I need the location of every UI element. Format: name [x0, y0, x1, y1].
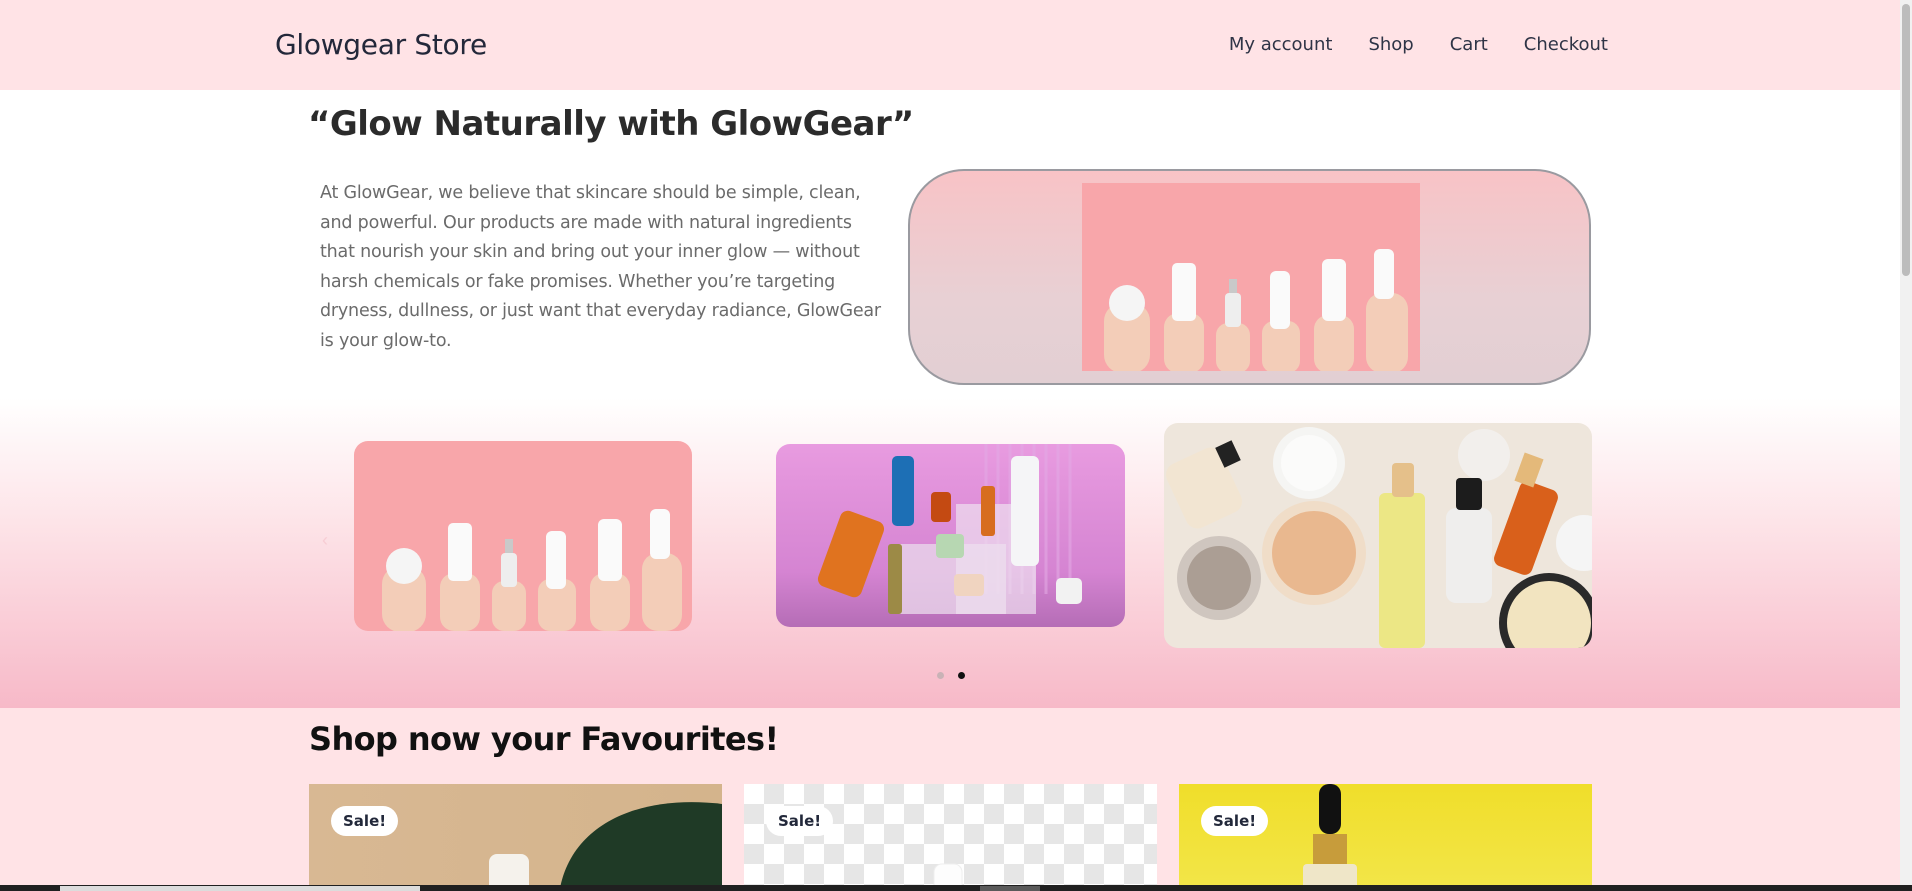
nav-checkout[interactable]: Checkout [1524, 34, 1608, 55]
carousel-pagination [937, 672, 965, 679]
product-carousel: ‹ [0, 398, 1900, 708]
product-card[interactable]: Sale! [309, 784, 722, 891]
carousel-dot-1[interactable] [937, 672, 944, 679]
product-card[interactable]: Sale! [744, 784, 1157, 891]
site-header: Glowgear Store My account Shop Cart Chec… [0, 0, 1900, 90]
taskbar-app-tab[interactable] [980, 886, 1040, 891]
hero-description: At GlowGear, we believe that skincare sh… [320, 183, 881, 351]
carousel-slide-hands[interactable] [354, 441, 692, 631]
shop-favourites-section: Shop now your Favourites! Sale! Sale! Sa… [0, 708, 1900, 891]
carousel-slide-flatlay[interactable] [1164, 423, 1592, 648]
carousel-dot-2[interactable] [958, 672, 965, 679]
sale-badge: Sale! [331, 806, 399, 836]
page-scrollbar[interactable] [1900, 0, 1912, 891]
hero-title: “Glow Naturally with GlowGear” [308, 104, 914, 144]
site-brand[interactable]: Glowgear Store [275, 28, 487, 61]
main-nav: My account Shop Cart Checkout [1229, 34, 1608, 55]
sale-badge: Sale! [1201, 806, 1269, 836]
carousel-slide-bottles[interactable] [776, 444, 1125, 627]
nav-cart[interactable]: Cart [1450, 34, 1488, 55]
page: Glowgear Store My account Shop Cart Chec… [0, 0, 1912, 891]
scrollbar-thumb[interactable] [1902, 4, 1910, 276]
os-taskbar [0, 885, 1912, 891]
hero-product-photo [1082, 183, 1420, 371]
hero-image-frame [908, 169, 1591, 385]
sale-badge: Sale! [766, 806, 834, 836]
taskbar-window-tab[interactable] [60, 886, 420, 891]
nav-shop[interactable]: Shop [1368, 34, 1413, 55]
carousel-prev-arrow[interactable]: ‹ [322, 530, 328, 551]
shop-section-title: Shop now your Favourites! [309, 720, 779, 758]
product-card[interactable]: Sale! [1179, 784, 1592, 891]
nav-my-account[interactable]: My account [1229, 34, 1333, 55]
